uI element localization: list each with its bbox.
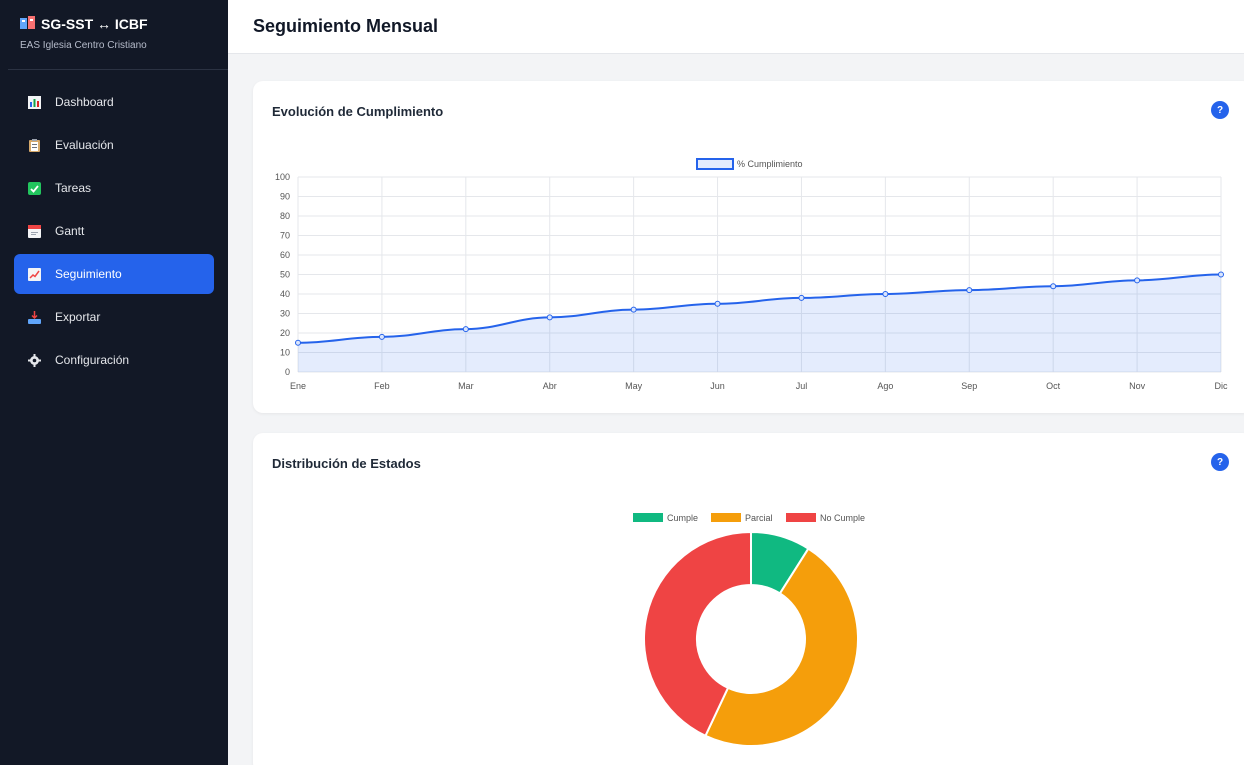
sidebar-item-label: Dashboard bbox=[55, 95, 114, 109]
x-tick-label: Sep bbox=[961, 381, 977, 391]
check-icon bbox=[28, 181, 41, 195]
trend-chart-icon bbox=[28, 267, 41, 281]
header: Seguimiento Mensual bbox=[228, 0, 1244, 54]
data-point bbox=[966, 287, 973, 294]
data-point bbox=[1050, 283, 1057, 290]
y-tick-label: 80 bbox=[280, 211, 290, 221]
x-tick-label: Ago bbox=[877, 381, 893, 391]
sidebar-item-label: Seguimiento bbox=[55, 267, 122, 281]
data-point bbox=[378, 333, 385, 340]
data-point bbox=[798, 294, 805, 301]
data-point bbox=[630, 306, 637, 313]
data-point bbox=[1218, 271, 1224, 278]
building-icon bbox=[20, 16, 35, 32]
data-point bbox=[1134, 277, 1141, 284]
legend-label: Parcial bbox=[745, 513, 773, 523]
y-tick-label: 50 bbox=[280, 270, 290, 280]
y-tick-label: 0 bbox=[285, 367, 290, 377]
sidebar-item-tareas[interactable]: Tareas bbox=[14, 168, 214, 208]
calendar-icon bbox=[28, 224, 41, 238]
clipboard-icon bbox=[28, 138, 41, 152]
y-tick-label: 40 bbox=[280, 289, 290, 299]
sidebar-item-exportar[interactable]: Exportar bbox=[14, 297, 214, 337]
y-tick-label: 30 bbox=[280, 309, 290, 319]
y-tick-label: 90 bbox=[280, 192, 290, 202]
gear-icon bbox=[28, 353, 41, 367]
data-point bbox=[714, 300, 721, 307]
sidebar-nav: Dashboard Evaluación Tareas Gantt Seguim… bbox=[14, 82, 214, 383]
page-title: Seguimiento Mensual bbox=[253, 16, 439, 36]
legend-label: No Cumple bbox=[820, 513, 865, 523]
y-tick-label: 70 bbox=[280, 231, 290, 241]
line-chart: 0 10 20 30 40 50 60 70 80 90 100 Ene Feb Mar Abr May Jun… bbox=[275, 158, 1228, 391]
legend-swatch bbox=[696, 158, 734, 170]
x-tick-label: Oct bbox=[1046, 381, 1061, 391]
brand: SG-SST ↔ ICBF EAS Iglesia Centro Cristia… bbox=[8, 0, 228, 70]
sidebar-item-label: Evaluación bbox=[55, 138, 114, 152]
sidebar: SG-SST ↔ ICBF EAS Iglesia Centro Cristia… bbox=[0, 0, 228, 765]
area-fill bbox=[298, 274, 1221, 372]
x-tick-label: Feb bbox=[374, 381, 390, 391]
inbox-tray-icon bbox=[28, 310, 41, 324]
data-point bbox=[462, 326, 469, 333]
distribution-card: Distribución de Estados ? Cumple Parcial N… bbox=[253, 433, 1244, 765]
sidebar-item-label: Tareas bbox=[55, 181, 92, 195]
sidebar-item-label: Exportar bbox=[55, 310, 101, 324]
data-point bbox=[546, 314, 553, 321]
x-tick-label: Dic bbox=[1215, 381, 1228, 391]
x-tick-label: Nov bbox=[1129, 381, 1146, 391]
sidebar-item-label: Gantt bbox=[55, 224, 85, 238]
sidebar-item-seguimiento[interactable]: Seguimiento bbox=[14, 254, 214, 294]
y-tick-label: 100 bbox=[275, 172, 290, 182]
x-tick-label: Ene bbox=[290, 381, 306, 391]
legend-label: % Cumplimiento bbox=[737, 159, 803, 169]
x-tick-label: May bbox=[625, 381, 643, 391]
x-tick-label: Abr bbox=[543, 381, 557, 391]
evolution-card: Evolución de Cumplimiento ? 0 10 20 30 40 50 6… bbox=[253, 81, 1244, 413]
app-subtitle: EAS Iglesia Centro Cristiano bbox=[20, 40, 147, 51]
sidebar-item-evaluacion[interactable]: Evaluación bbox=[14, 125, 214, 165]
app-title: SG-SST ↔ ICBF bbox=[20, 16, 148, 32]
legend-swatch bbox=[711, 513, 741, 522]
sidebar-item-gantt[interactable]: Gantt bbox=[14, 211, 214, 251]
x-tick-label: Mar bbox=[458, 381, 474, 391]
sidebar-item-label: Configuración bbox=[55, 353, 130, 367]
y-tick-label: 10 bbox=[280, 348, 290, 358]
x-tick-label: Jul bbox=[796, 381, 808, 391]
legend-label: Cumple bbox=[667, 513, 698, 523]
sidebar-item-configuracion[interactable]: Configuración bbox=[14, 340, 214, 380]
legend-swatch bbox=[633, 513, 663, 522]
sidebar-item-dashboard[interactable]: Dashboard bbox=[14, 82, 214, 122]
donut-chart: Cumple Parcial No Cumple bbox=[633, 513, 865, 747]
x-tick-label: Jun bbox=[710, 381, 725, 391]
app-title-text: SG-SST ↔ ICBF bbox=[41, 16, 148, 32]
y-tick-label: 60 bbox=[280, 250, 290, 260]
bar-chart-icon bbox=[28, 95, 41, 109]
legend-swatch bbox=[786, 513, 816, 522]
data-point bbox=[882, 291, 889, 297]
y-tick-label: 20 bbox=[280, 328, 290, 338]
data-point bbox=[295, 339, 301, 346]
